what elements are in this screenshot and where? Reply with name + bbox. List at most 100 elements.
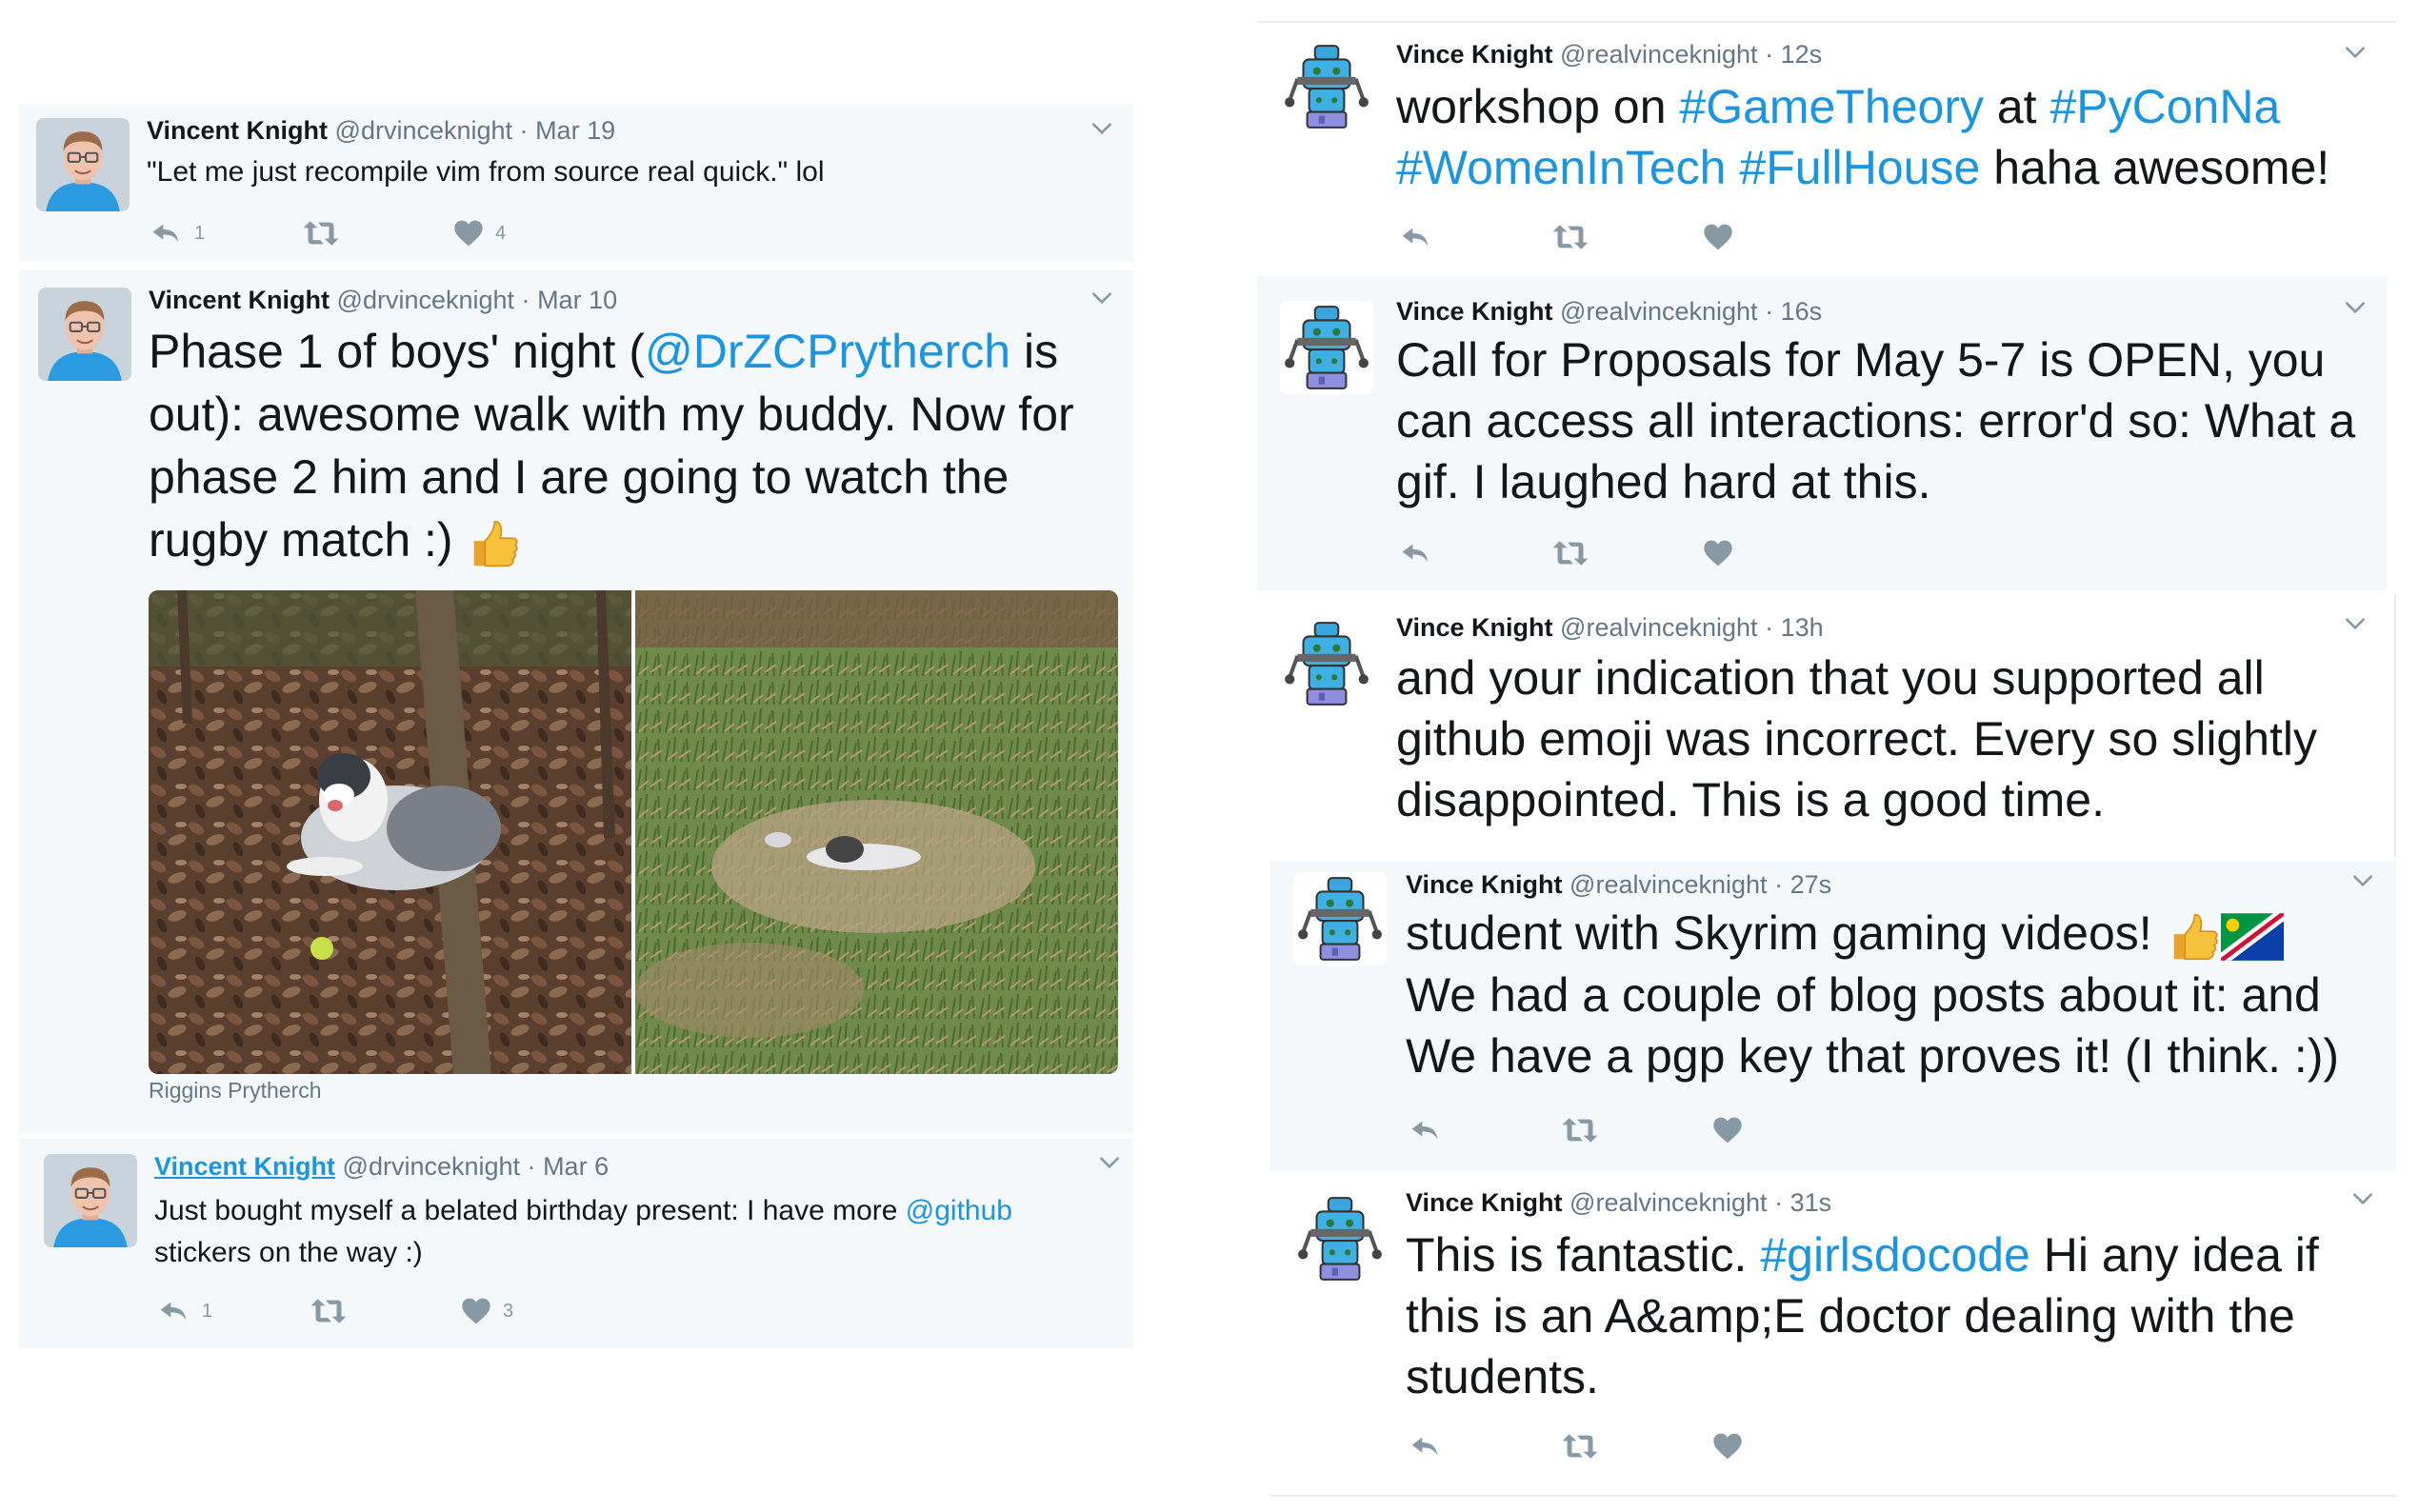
reply-count: 1: [194, 222, 206, 244]
hashtag-link[interactable]: #PyConNa: [2049, 80, 2280, 133]
timestamp[interactable]: Mar 10: [537, 286, 617, 314]
user-name[interactable]: Vince Knight: [1396, 613, 1553, 642]
tweet-header: Vince Knight @realvinceknight · 12s: [1396, 40, 1823, 69]
user-handle[interactable]: @realvinceknight: [1569, 870, 1768, 899]
reply-icon: [1408, 1115, 1442, 1145]
hashtag-link[interactable]: #girlsdocode: [1760, 1228, 2030, 1282]
tweet-text: "Let me just recompile vim from source r…: [147, 156, 825, 188]
reply-icon: [156, 1296, 190, 1326]
like-count: 4: [495, 222, 507, 244]
chevron-down-icon[interactable]: [2350, 1186, 2375, 1211]
user-name[interactable]: Vince Knight: [1406, 870, 1563, 899]
right-tweet-1[interactable]: Vince Knight @realvinceknight · 12s work…: [1257, 23, 2396, 272]
hashtag-link[interactable]: #WomenInTech: [1396, 141, 1726, 194]
avatar[interactable]: [36, 118, 130, 211]
hashtag-link[interactable]: #FullHouse: [1739, 141, 1980, 194]
avatar[interactable]: [1293, 872, 1387, 965]
retweet-icon: [1560, 1430, 1600, 1462]
heart-icon: [1703, 223, 1733, 251]
user-handle[interactable]: @realvinceknight: [1560, 40, 1758, 69]
right-tweet-4[interactable]: Vince Knight @realvinceknight · 27s stud…: [1270, 861, 2396, 1171]
retweet-button[interactable]: [1560, 1430, 1712, 1462]
user-handle[interactable]: @drvinceknight: [337, 286, 515, 314]
user-handle[interactable]: @realvinceknight: [1569, 1188, 1768, 1217]
reply-icon: [1398, 222, 1432, 252]
like-button[interactable]: [1712, 1432, 1743, 1461]
retweet-button[interactable]: [309, 1295, 461, 1327]
user-handle[interactable]: @drvinceknight: [343, 1152, 521, 1181]
like-button[interactable]: 4: [453, 219, 506, 248]
right-tweet-3[interactable]: Vince Knight @realvinceknight · 13h and …: [1257, 594, 2396, 857]
retweet-icon: [301, 217, 341, 249]
like-button[interactable]: 3: [461, 1297, 513, 1325]
left-tweet-3[interactable]: Vincent Knight @drvinceknight · Mar 6 Ju…: [19, 1139, 1133, 1348]
tweet-header: Vincent Knight @drvinceknight · Mar 10: [149, 286, 618, 314]
namibia-flag-emoji-icon: [2221, 913, 2284, 961]
tweet-text: and your indication that you supported a…: [1396, 651, 2318, 826]
reply-button[interactable]: [1398, 222, 1550, 252]
timestamp[interactable]: 31s: [1790, 1188, 1832, 1217]
user-handle[interactable]: @realvinceknight: [1560, 297, 1758, 326]
retweet-icon: [1560, 1114, 1600, 1146]
avatar[interactable]: [38, 288, 131, 381]
timestamp[interactable]: 12s: [1781, 40, 1823, 69]
timestamp[interactable]: 16s: [1781, 297, 1823, 326]
timestamp[interactable]: Mar 6: [543, 1152, 609, 1181]
retweet-icon: [1550, 221, 1590, 253]
user-handle[interactable]: @realvinceknight: [1560, 613, 1758, 642]
chevron-down-icon[interactable]: [2350, 868, 2375, 893]
user-name[interactable]: Vince Knight: [1406, 1188, 1563, 1217]
reply-icon: [1398, 538, 1432, 568]
retweet-button[interactable]: [1550, 537, 1703, 569]
reply-button[interactable]: 1: [149, 218, 301, 249]
dog-photo-right[interactable]: [635, 590, 1118, 1074]
user-name[interactable]: Vincent Knight: [154, 1152, 335, 1181]
avatar[interactable]: [1280, 617, 1373, 710]
reply-count: 1: [202, 1300, 213, 1322]
avatar[interactable]: [1280, 40, 1373, 133]
user-name[interactable]: Vince Knight: [1396, 40, 1553, 69]
reply-button[interactable]: [1398, 538, 1550, 568]
retweet-button[interactable]: [1550, 221, 1703, 253]
user-name[interactable]: Vince Knight: [1396, 297, 1553, 326]
chevron-down-icon[interactable]: [1090, 286, 1114, 310]
user-handle[interactable]: @drvinceknight: [335, 116, 513, 145]
tweet-header: Vince Knight @realvinceknight · 27s: [1406, 870, 1832, 899]
reply-button[interactable]: [1408, 1115, 1560, 1145]
user-name[interactable]: Vincent Knight: [147, 116, 328, 145]
dog-photo-left[interactable]: [149, 590, 631, 1074]
thumbs-up-emoji-icon: [2166, 909, 2221, 965]
tweet-text: workshop on #GameTheory at #PyConNa #Wom…: [1396, 80, 2330, 194]
timestamp[interactable]: 13h: [1781, 613, 1824, 642]
right-tweet-5[interactable]: Vince Knight @realvinceknight · 31s This…: [1270, 1173, 2396, 1497]
mention-link[interactable]: @github: [906, 1195, 1012, 1226]
left-tweet-2[interactable]: Vincent Knight @drvinceknight · Mar 10 P…: [19, 270, 1133, 1133]
user-name[interactable]: Vincent Knight: [149, 286, 330, 314]
left-tweet-1[interactable]: Vincent Knight @drvinceknight · Mar 19 "…: [19, 105, 1133, 261]
reply-button[interactable]: [1408, 1431, 1560, 1462]
tweet-text: Call for Proposals for May 5-7 is OPEN, …: [1396, 333, 2356, 508]
like-button[interactable]: [1712, 1116, 1743, 1144]
chevron-down-icon[interactable]: [1090, 116, 1114, 141]
mention-link[interactable]: @DrZCPrytherch: [645, 325, 1010, 378]
chevron-down-icon[interactable]: [2343, 611, 2368, 636]
timestamp[interactable]: 27s: [1790, 870, 1832, 899]
reply-icon: [1408, 1431, 1442, 1462]
heart-icon: [1712, 1432, 1743, 1461]
like-button[interactable]: [1703, 223, 1733, 251]
right-tweet-2[interactable]: Vince Knight @realvinceknight · 16s Call…: [1257, 276, 2387, 590]
hashtag-link[interactable]: #GameTheory: [1679, 80, 1984, 133]
avatar[interactable]: [44, 1154, 137, 1247]
like-button[interactable]: [1703, 539, 1733, 567]
reply-button[interactable]: 1: [156, 1296, 309, 1326]
chevron-down-icon[interactable]: [2343, 295, 2368, 320]
retweet-button[interactable]: [301, 217, 453, 249]
retweet-button[interactable]: [1560, 1114, 1712, 1146]
chevron-down-icon[interactable]: [1097, 1150, 1122, 1175]
chevron-down-icon[interactable]: [2343, 40, 2368, 65]
photo-caption[interactable]: Riggins Prytherch: [149, 1078, 322, 1104]
avatar[interactable]: [1280, 301, 1373, 394]
timestamp[interactable]: Mar 19: [535, 116, 615, 145]
tweet-text: Just bought myself a belated birthday pr…: [154, 1195, 1012, 1268]
avatar[interactable]: [1293, 1192, 1387, 1285]
